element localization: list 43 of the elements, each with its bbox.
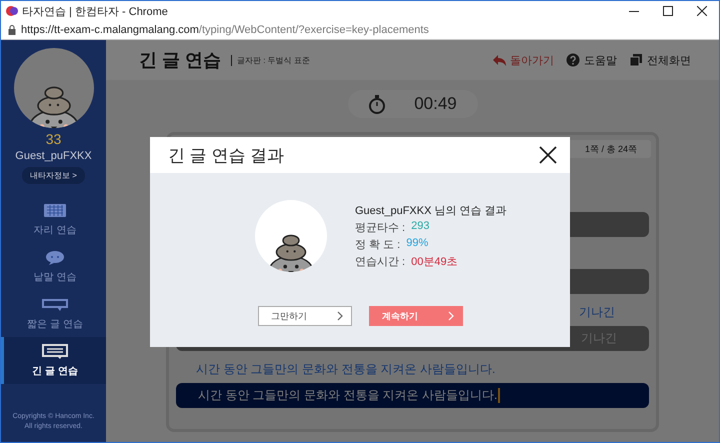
header-link[interactable]: 도움말 bbox=[566, 52, 617, 68]
page-title: 긴 글 연습 bbox=[139, 49, 222, 72]
nav-item[interactable]: 짧은 글 연습 bbox=[1, 290, 106, 337]
dialog-button[interactable]: 계속하기 bbox=[369, 306, 463, 326]
username: Guest_puFXKX bbox=[15, 150, 92, 162]
source-sentence: 시간 동안 그들만의 문화와 전통을 지켜온 사람들입니다. bbox=[195, 361, 496, 378]
app-logo-icon bbox=[6, 5, 18, 17]
long-text-icon bbox=[42, 344, 68, 360]
address-field[interactable]: https://tt-exam-c.malangmalang.com/typing/WebContent/?exercise=key-placements bbox=[21, 24, 429, 36]
stat-label: 평균타수 : bbox=[355, 221, 406, 235]
nav-item[interactable]: 긴 글 연습 bbox=[1, 337, 106, 384]
stat-label: 정 확 도 : bbox=[355, 238, 400, 252]
typing-field[interactable]: 시간 동안 그들만의 문화와 전통을 지켜온 사람들입니다. bbox=[176, 383, 649, 408]
short-text-icon bbox=[42, 296, 68, 312]
back-arrow-icon bbox=[492, 53, 506, 67]
window-title: 타자연습 | 한컴타자 - Chrome bbox=[22, 4, 169, 18]
help-icon bbox=[566, 53, 580, 67]
result-heading: Guest_puFXKX 님의 연습 결과 bbox=[355, 204, 507, 218]
timer-display: 00:49 bbox=[348, 90, 478, 118]
keyboard-icon bbox=[42, 202, 68, 218]
source-sentence: 기나긴 bbox=[579, 304, 615, 321]
header-link[interactable]: 돌아가기 bbox=[492, 52, 554, 68]
stat-label: 연습시간 : bbox=[355, 255, 406, 269]
text-cursor bbox=[498, 388, 500, 403]
stat-value: 00분49초 bbox=[411, 255, 458, 269]
stat-value: 293 bbox=[411, 220, 430, 234]
level-number: 33 bbox=[46, 131, 62, 147]
header-link[interactable]: 전체화면 bbox=[629, 52, 691, 68]
close-icon bbox=[539, 146, 557, 164]
dialog-button[interactable]: 그만하기 bbox=[258, 306, 352, 326]
stopwatch-icon bbox=[368, 94, 386, 114]
nav-item[interactable]: 자리 연습 bbox=[1, 196, 106, 243]
chevron-right-icon bbox=[448, 311, 454, 321]
stat-value: 99% bbox=[406, 237, 428, 251]
nav-item[interactable]: 낱말 연습 bbox=[1, 243, 106, 290]
maximize-icon bbox=[663, 6, 673, 16]
profile-button[interactable]: 내타자정보 > bbox=[22, 167, 85, 184]
fullscreen-icon bbox=[629, 53, 643, 67]
chevron-right-icon bbox=[337, 311, 343, 321]
keyboard-layout-label: 글자판 : 두벌식 표준 bbox=[231, 54, 310, 66]
minimize-icon bbox=[629, 10, 639, 12]
close-icon bbox=[697, 6, 707, 16]
lock-icon bbox=[8, 25, 16, 35]
